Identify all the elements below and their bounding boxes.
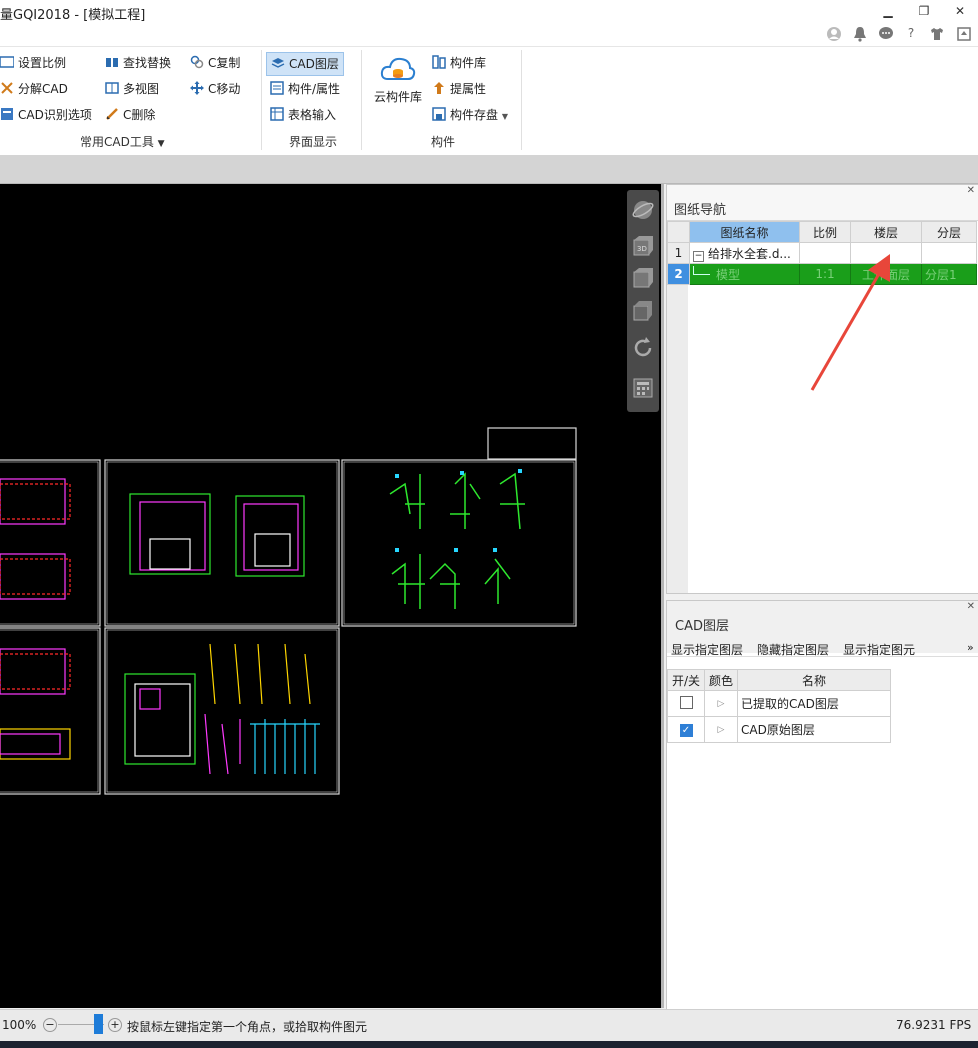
close-icon[interactable]: ✕: [967, 601, 975, 612]
rotate-icon[interactable]: [631, 336, 655, 363]
extract-property-button[interactable]: 提属性: [432, 78, 486, 100]
layer-name: 已提取的CAD图层: [737, 690, 891, 717]
table-input-button[interactable]: 表格输入: [270, 104, 336, 126]
drawing-nav-title: 图纸导航: [674, 203, 727, 218]
chat-icon[interactable]: [877, 26, 895, 42]
column-header-name[interactable]: 图纸名称: [689, 221, 800, 243]
globe-icon[interactable]: [631, 198, 655, 225]
collapse-toggle[interactable]: −: [693, 250, 704, 262]
ribbon: 设置比例 分解CAD CAD识别选项 查找替换 多视图 C删除 C复制 C移动 …: [0, 46, 978, 156]
corner-cell: [667, 221, 690, 243]
shirt-icon[interactable]: [928, 26, 946, 42]
cube-view-icon[interactable]: [631, 266, 655, 293]
cad-drawing: [0, 427, 577, 795]
column-header-name: 名称: [737, 669, 891, 691]
zoom-in-button[interactable]: +: [108, 1018, 122, 1032]
taskbar: [0, 1041, 978, 1048]
cad-recognition-options-button[interactable]: CAD识别选项: [0, 104, 92, 126]
table-row[interactable]: ▷ 已提取的CAD图层: [667, 690, 891, 717]
component-group-label: 构件: [431, 135, 456, 149]
c-copy-button[interactable]: C复制: [190, 52, 240, 74]
3d-view-icon[interactable]: 3D: [631, 234, 655, 261]
tree-line: [693, 265, 710, 275]
column-header-layer[interactable]: 分层: [921, 221, 977, 243]
more-actions-button[interactable]: »: [967, 641, 974, 654]
chevron-down-icon: ▼: [157, 139, 165, 149]
cad-canvas[interactable]: 3D: [0, 184, 661, 1008]
layer-checkbox-unchecked[interactable]: [679, 695, 693, 709]
divider: [667, 656, 978, 657]
drawing-name-cell[interactable]: − 给排水全套.d...: [689, 242, 800, 264]
minimize-button[interactable]: ▁: [878, 4, 898, 20]
restore-button[interactable]: ❐: [914, 4, 934, 20]
layer-checkbox-cell[interactable]: ✓: [667, 716, 705, 743]
title-bar: 量GQI2018 - [模拟工程] ▁ ❐ ✕ ?: [0, 0, 978, 46]
tab-strip: [0, 155, 978, 184]
layer-cell[interactable]: [921, 242, 977, 264]
layer-name: CAD原始图层: [737, 716, 891, 743]
column-header-color: 颜色: [704, 669, 738, 691]
user-icon[interactable]: [825, 26, 843, 42]
multi-view-button[interactable]: 多视图: [105, 78, 159, 100]
zoom-out-button[interactable]: −: [43, 1018, 57, 1032]
group-divider: [361, 50, 362, 150]
status-hint: 按鼠标左键指定第一个角点，或拾取构件图元: [127, 1020, 368, 1034]
zoom-slider-handle[interactable]: [94, 1014, 103, 1034]
chevron-down-icon: ▼: [501, 112, 508, 121]
window-title: 量GQI2018 - [模拟工程]: [0, 8, 146, 23]
set-scale-button[interactable]: 设置比例: [0, 52, 66, 74]
row-number: 1: [667, 242, 690, 264]
column-header-toggle: 开/关: [667, 669, 705, 691]
close-icon[interactable]: ✕: [967, 185, 975, 196]
table-row[interactable]: ✓ ▷ CAD原始图层: [667, 716, 891, 743]
table-header-row: 图纸名称 比例 楼层 分层: [667, 221, 977, 243]
cad-layer-panel: ✕ CAD图层 显示指定图层 隐藏指定图层 显示指定图元 » 开/关 颜色 名称…: [666, 600, 978, 1010]
upload-icon[interactable]: [955, 26, 973, 42]
explode-cad-button[interactable]: 分解CAD: [0, 78, 68, 100]
layer-table: 开/关 颜色 名称 ▷ 已提取的CAD图层 ✓ ▷ CAD原始图层: [667, 669, 891, 743]
cloud-icon: [380, 57, 416, 80]
find-replace-button[interactable]: 查找替换: [105, 52, 171, 74]
layer-cell[interactable]: 分层1: [921, 263, 977, 285]
view-toolbar: 3D: [627, 190, 659, 412]
cad-tools-group-label[interactable]: 常用CAD工具 ▼: [80, 133, 165, 150]
close-button[interactable]: ✕: [950, 4, 970, 20]
checkmark-icon[interactable]: ✓: [679, 724, 693, 737]
svg-text:3D: 3D: [637, 245, 647, 253]
status-bar: 100% − + 按鼠标左键指定第一个角点，或拾取构件图元 76.9231 FP…: [0, 1009, 978, 1042]
column-header-scale[interactable]: 比例: [799, 221, 851, 243]
column-header-floor[interactable]: 楼层: [850, 221, 922, 243]
calculator-icon[interactable]: [631, 376, 655, 403]
right-pane: ✕ 图纸导航 图纸名称 比例 楼层 分层 1 − 给排水全套.d... 2 模型…: [664, 184, 978, 1010]
fps-counter: 76.9231 FPS: [896, 1018, 972, 1032]
layer-checkbox-cell[interactable]: [667, 690, 705, 717]
component-property-button[interactable]: 构件/属性: [270, 78, 340, 100]
expand-triangle-icon[interactable]: ▷: [704, 716, 738, 743]
cloud-library-button[interactable]: 云构件库: [368, 55, 428, 115]
c-move-button[interactable]: C移动: [190, 78, 240, 100]
row-number: 2: [667, 263, 690, 285]
component-library-button[interactable]: 构件库: [432, 52, 486, 74]
annotation-arrow: [810, 254, 890, 391]
group-divider: [521, 50, 522, 150]
table-header-row: 开/关 颜色 名称: [667, 669, 891, 691]
drawing-name-cell[interactable]: 模型: [689, 263, 800, 285]
cad-layer-button[interactable]: CAD图层: [266, 52, 344, 76]
bell-icon[interactable]: [851, 26, 869, 42]
display-group-label: 界面显示: [289, 135, 338, 149]
help-icon[interactable]: ?: [901, 26, 921, 42]
zoom-level: 100%: [2, 1018, 37, 1032]
expand-triangle-icon[interactable]: ▷: [704, 690, 738, 717]
component-save-button[interactable]: 构件存盘 ▼: [432, 104, 508, 126]
box-view-icon[interactable]: [631, 298, 655, 325]
cad-layer-title: CAD图层: [675, 619, 729, 634]
c-delete-button[interactable]: C删除: [105, 104, 155, 126]
group-divider: [261, 50, 262, 150]
